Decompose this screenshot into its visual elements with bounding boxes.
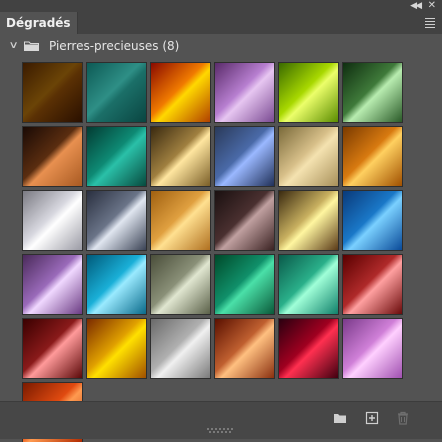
gradient-swatch[interactable] [342,126,403,187]
gradient-swatch[interactable] [22,318,83,379]
close-icon[interactable]: ✕ [428,0,436,11]
gradient-swatch[interactable] [342,318,403,379]
hamburger-menu-icon[interactable] [425,18,435,30]
gradient-swatch[interactable] [22,190,83,251]
gradient-swatch[interactable] [22,62,83,123]
resize-grip[interactable] [207,428,235,434]
gradient-swatch[interactable] [278,62,339,123]
gradient-swatch[interactable] [214,126,275,187]
group-label: Pierres-precieuses (8) [49,39,180,53]
gradients-panel: ◀◀ ✕ Dégradés ∨ Pierres-precieuses (8) [0,0,442,442]
gradient-swatch[interactable] [150,318,211,379]
gradient-swatch[interactable] [278,254,339,315]
gradient-swatch[interactable] [342,254,403,315]
folder-icon[interactable] [333,411,347,425]
gradient-swatch-grid [3,60,439,442]
gradient-swatch[interactable] [22,254,83,315]
chevron-down-icon[interactable]: ∨ [9,40,19,51]
gradient-swatch[interactable] [86,190,147,251]
gradient-swatch[interactable] [278,190,339,251]
gradient-group-header[interactable]: ∨ Pierres-precieuses (8) [3,34,439,60]
trash-icon[interactable] [396,411,410,425]
gradient-swatch[interactable] [86,318,147,379]
gradient-swatch[interactable] [214,190,275,251]
gradient-swatch[interactable] [22,126,83,187]
gradient-swatch[interactable] [214,62,275,123]
add-square-icon[interactable] [365,411,379,425]
gradient-swatch[interactable] [278,318,339,379]
gradient-swatch[interactable] [214,254,275,315]
double-chevron-left-icon[interactable]: ◀◀ [410,1,422,11]
gradient-swatch[interactable] [150,62,211,123]
gradient-swatch[interactable] [150,190,211,251]
gradient-swatch[interactable] [342,62,403,123]
gradient-swatch[interactable] [342,190,403,251]
gradient-swatch[interactable] [86,62,147,123]
folder-icon [24,41,39,51]
gradient-swatch[interactable] [86,254,147,315]
gradient-swatch[interactable] [214,318,275,379]
gradient-swatch[interactable] [278,126,339,187]
panel-title-strip: ◀◀ ✕ [0,0,442,12]
gradient-swatch[interactable] [150,126,211,187]
tab-gradients[interactable]: Dégradés [0,12,78,34]
panel-tab-bar: Dégradés [0,12,442,34]
gradient-swatch[interactable] [150,254,211,315]
gradient-swatch[interactable] [86,126,147,187]
